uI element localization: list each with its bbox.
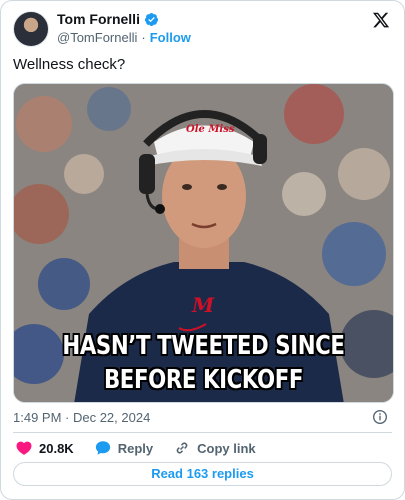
read-replies-button[interactable]: Read 163 replies [13,462,392,486]
verified-badge-icon [144,12,159,26]
author-handle-row: @TomFornelli · Follow [57,30,191,45]
like-count: 20.8K [39,440,74,456]
divider [13,432,392,433]
tweet-card: Tom Fornelli @TomFornelli · Follow Welln… [0,0,405,500]
like-button[interactable]: 20.8K [15,439,74,457]
action-bar: 20.8K Reply Copy link [15,439,256,457]
image-caption-line2: BEFORE KICKOFF [103,365,304,395]
copy-link-button[interactable]: Copy link [173,439,256,457]
x-logo-icon[interactable] [372,11,390,29]
heart-icon [16,441,32,455]
shirt-logo: M [191,293,215,317]
avatar[interactable] [13,11,49,47]
link-icon [176,442,188,454]
author-name[interactable]: Tom Fornelli [57,11,140,27]
reply-label: Reply [117,440,154,456]
visor-logo: Ole Miss [186,124,235,135]
tweet-text: Wellness check? [13,56,126,73]
tweet-timestamp[interactable]: 1:49 PM · Dec 22, 2024 [13,410,150,425]
info-icon[interactable] [372,409,388,425]
image-caption-line1: HASN’T TWEETED SINCE [62,331,345,361]
separator-dot: · [141,30,146,45]
reply-bubble-icon [95,441,110,455]
author-handle[interactable]: @TomFornelli [57,30,137,45]
tweet-image[interactable]: M Ole Miss HASN’T TWEETED SINCE BEFORE K… [13,83,394,403]
follow-button[interactable]: Follow [150,30,191,45]
copy-link-label: Copy link [197,440,256,456]
author-name-row: Tom Fornelli [57,11,159,27]
reply-button[interactable]: Reply [94,439,153,457]
